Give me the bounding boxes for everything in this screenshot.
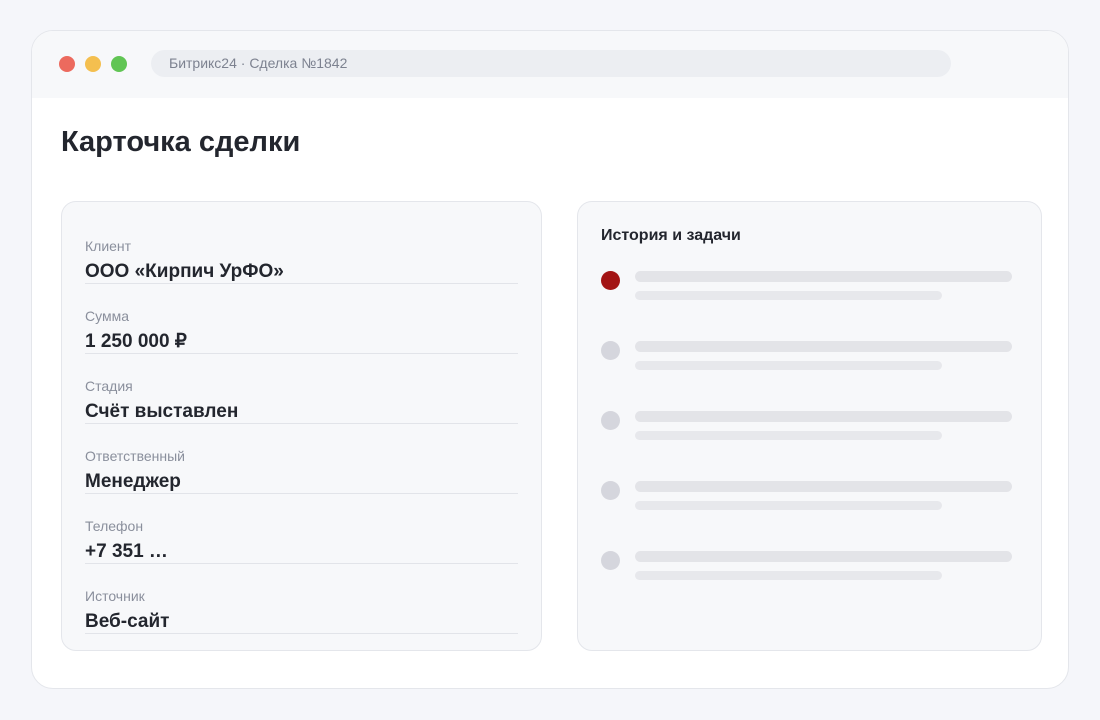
field-value: ООО «Кирпич УрФО» [85,261,284,282]
placeholder-line [635,501,942,510]
placeholder-line [635,291,942,300]
field-label: Ответственный [85,448,185,464]
field-label: Телефон [85,518,144,534]
maximize-window-button[interactable] [111,56,127,72]
field-label: Стадия [85,378,133,394]
status-marker [601,411,620,430]
address-bar[interactable]: Битрикс24 · Сделка №1842 [151,50,951,77]
field-source: Источник Веб-сайт [85,564,518,634]
field-label: Сумма [85,308,129,324]
placeholder-line [635,361,942,370]
field-client: Клиент ООО «Кирпич УрФО» [85,214,518,284]
field-stage: Стадия Счёт выставлен [85,354,518,424]
field-value: Менеджер [85,471,181,492]
field-phone: Телефон +7 351 … [85,494,518,564]
history-item[interactable] [601,481,1013,521]
history-panel: История и задачи [577,201,1042,651]
window-titlebar: Битрикс24 · Сделка №1842 [32,31,1068,98]
history-item[interactable] [601,271,1013,311]
history-item[interactable] [601,411,1013,451]
history-title: История и задачи [601,227,741,244]
placeholder-line [635,431,942,440]
field-value: +7 351 … [85,541,168,562]
placeholder-line [635,271,1012,282]
deal-details-panel: Клиент ООО «Кирпич УрФО» Сумма 1 250 000… [61,201,542,651]
close-window-button[interactable] [59,56,75,72]
status-marker [601,481,620,500]
status-marker [601,551,620,570]
history-item[interactable] [601,551,1013,591]
history-item[interactable] [601,341,1013,381]
placeholder-line [635,551,1012,562]
field-value: 1 250 000 ₽ [85,331,187,352]
status-marker [601,271,620,290]
minimize-window-button[interactable] [85,56,101,72]
browser-window: Битрикс24 · Сделка №1842 Карточка сделки… [31,30,1069,689]
field-label: Источник [85,588,145,604]
page-title: Карточка сделки [61,126,301,158]
placeholder-line [635,571,942,580]
field-value: Веб-сайт [85,611,170,632]
field-amount: Сумма 1 250 000 ₽ [85,284,518,354]
placeholder-line [635,481,1012,492]
field-value: Счёт выставлен [85,401,239,422]
status-marker [601,341,620,360]
placeholder-line [635,411,1012,422]
field-label: Клиент [85,238,132,254]
placeholder-line [635,341,1012,352]
field-responsible: Ответственный Менеджер [85,424,518,494]
